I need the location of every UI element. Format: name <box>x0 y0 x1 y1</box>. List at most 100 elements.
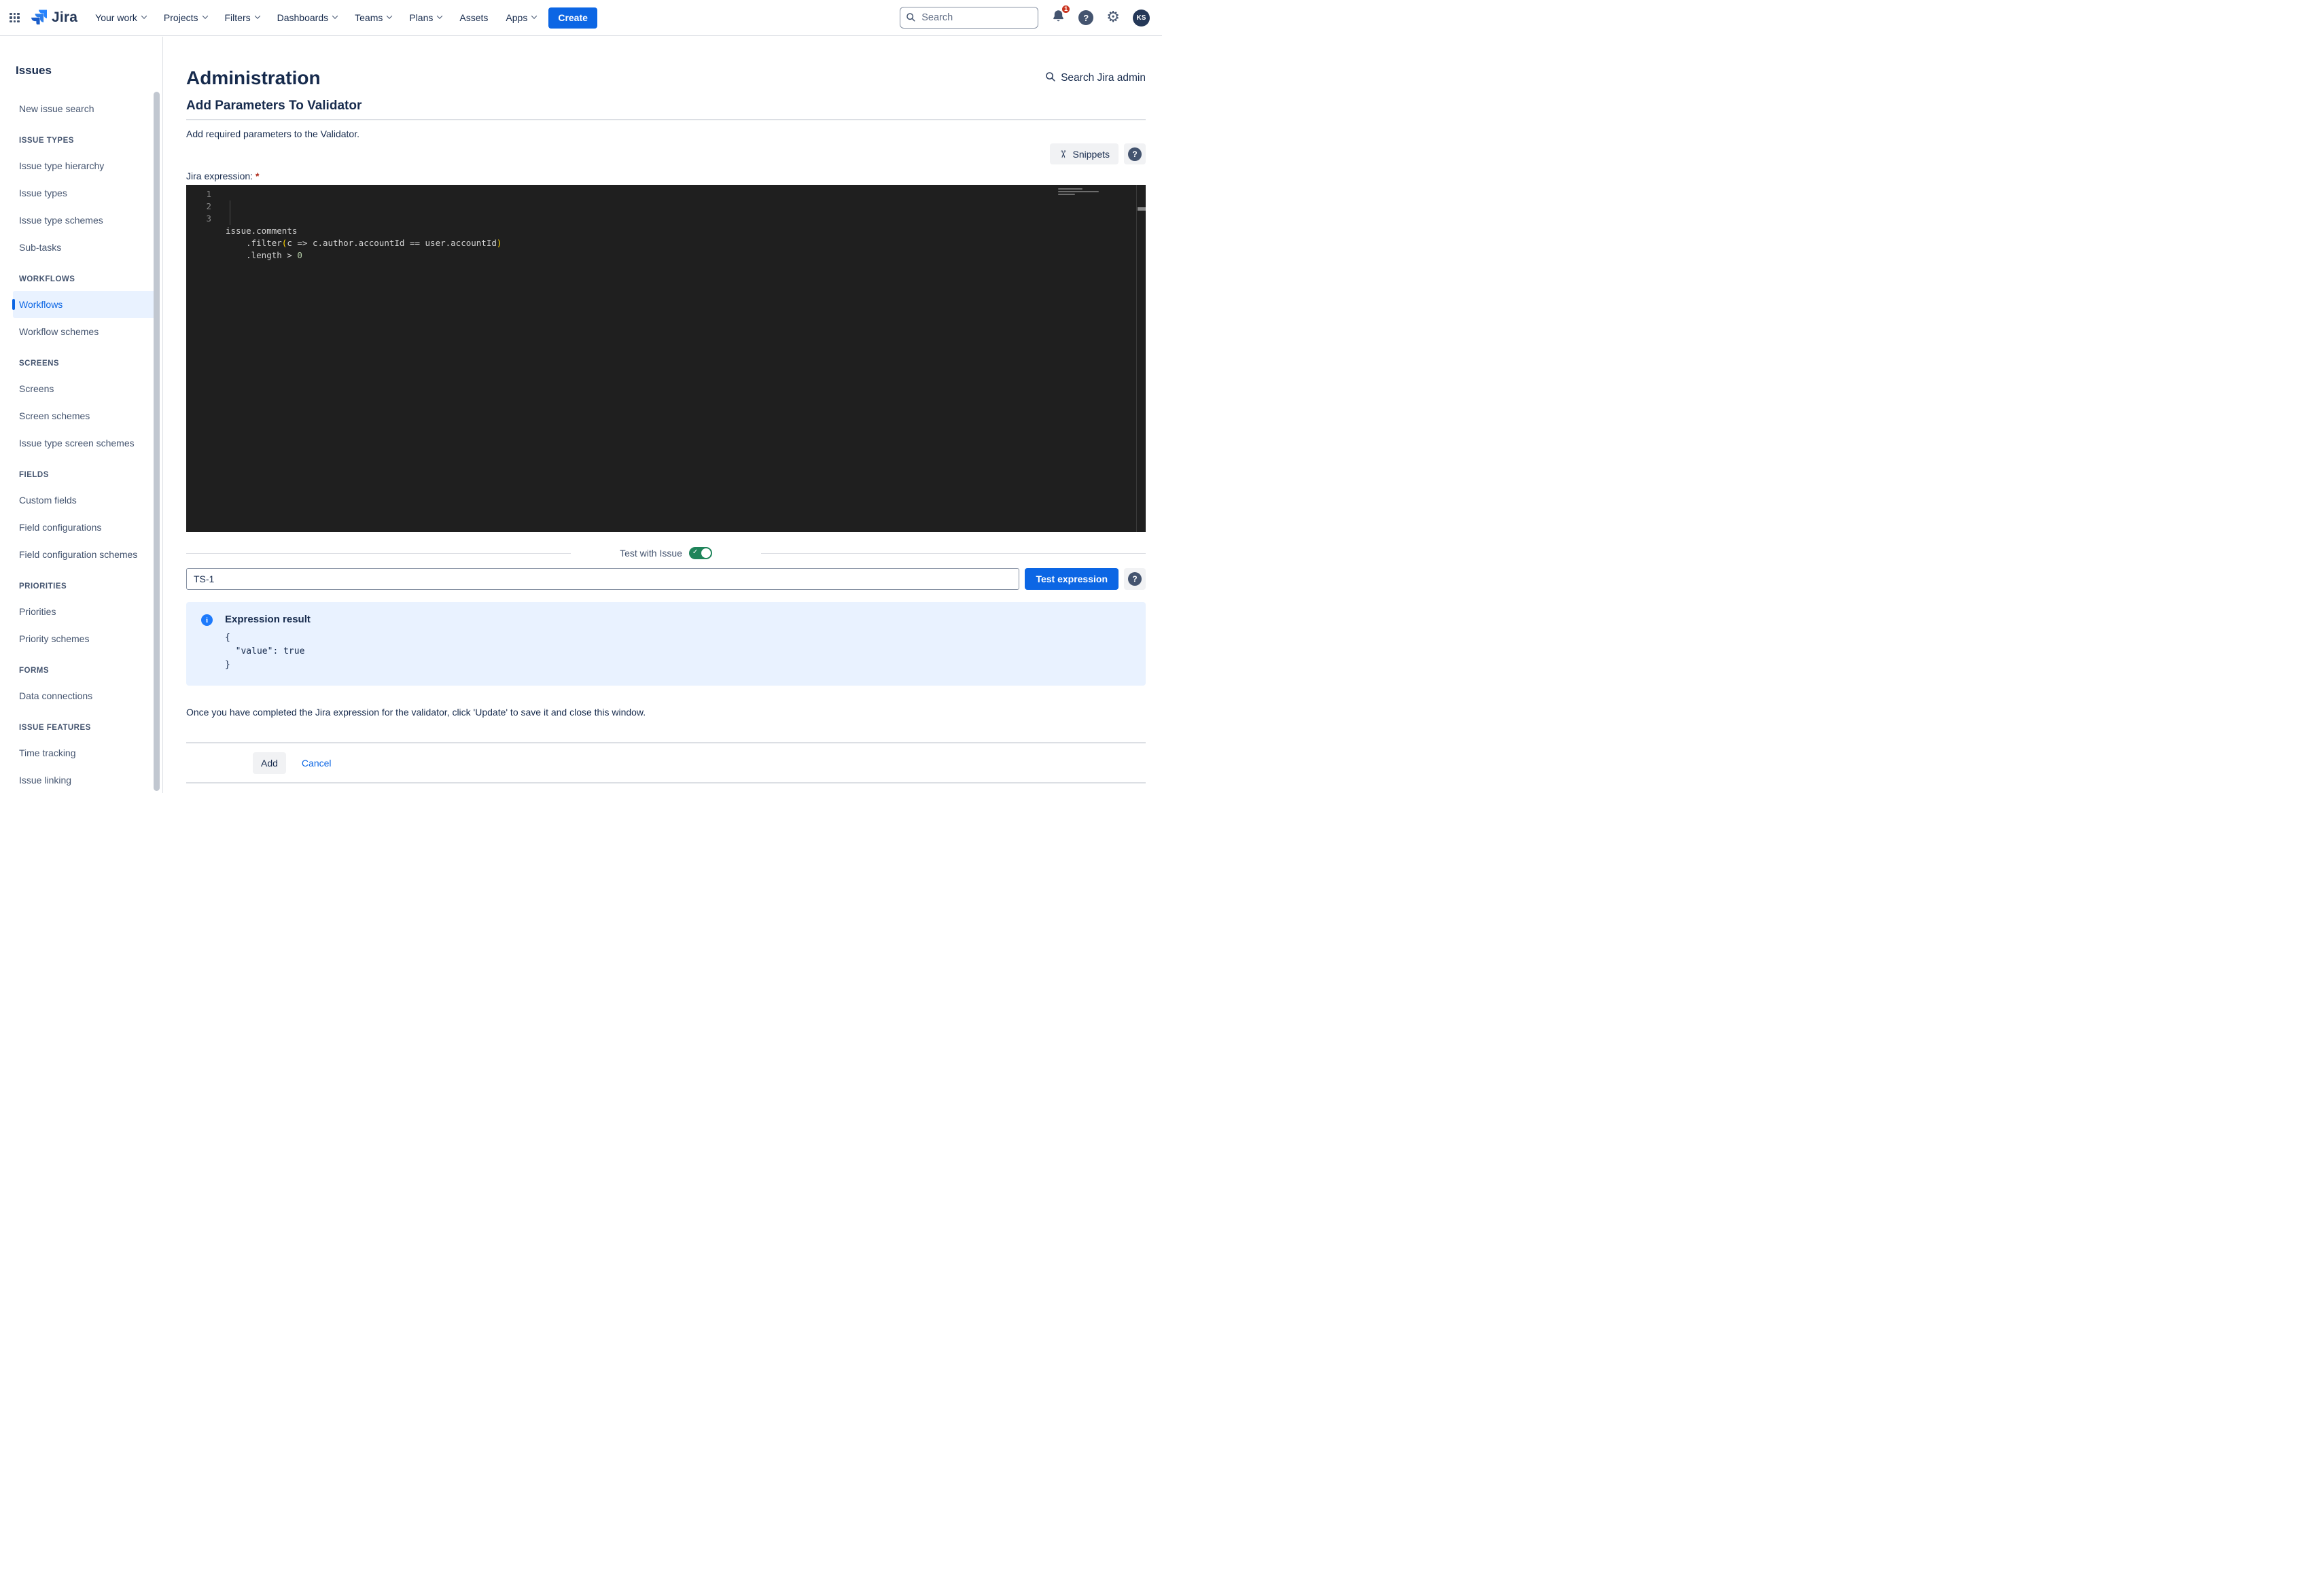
chevron-down-icon <box>254 13 260 18</box>
sidebar-nav: New issue search ISSUE TYPES Issue type hi… <box>10 95 162 794</box>
top-navigation: Jira Your work Projects Filters Dashboards T… <box>0 0 1162 36</box>
nav-item-label: Assets <box>459 12 488 23</box>
nav-item-assets[interactable]: Assets <box>459 12 488 23</box>
admin-search-label: Search Jira admin <box>1061 72 1146 84</box>
line-number: 3 <box>186 213 211 225</box>
sidebar-section-forms: FORMS <box>13 662 162 680</box>
editor-gutter: 123 <box>186 188 226 262</box>
nav-item-dashboards[interactable]: Dashboards <box>277 12 338 23</box>
editor-minimap[interactable] <box>1055 185 1136 232</box>
chevron-down-icon <box>387 13 392 18</box>
sidebar-item-time-tracking[interactable]: Time tracking <box>13 739 157 766</box>
code-line: issue.comments <box>226 225 1146 237</box>
scissors-icon: ✂ <box>1057 149 1069 158</box>
nav-item-your-work[interactable]: Your work <box>95 12 146 23</box>
sidebar-item-workflow-schemes[interactable]: Workflow schemes <box>13 318 157 345</box>
nav-item-label: Plans <box>409 12 433 23</box>
sidebar-item-priorities[interactable]: Priorities <box>13 598 157 625</box>
toggle-knob <box>701 548 711 558</box>
sidebar-section-workflows: WORKFLOWS <box>13 270 162 288</box>
sidebar-item-new-issue-search[interactable]: New issue search <box>13 95 157 122</box>
sidebar-section-issue-features: ISSUE FEATURES <box>13 719 162 737</box>
test-with-issue-label: Test with Issue <box>620 548 682 559</box>
sidebar-section-issue-types: ISSUE TYPES <box>13 132 162 149</box>
divider <box>186 553 571 554</box>
sidebar-item-issue-type-hierarchy[interactable]: Issue type hierarchy <box>13 152 157 179</box>
sidebar-item-field-configuration-schemes[interactable]: Field configuration schemes <box>13 541 157 568</box>
sidebar-item-field-configurations[interactable]: Field configurations <box>13 514 157 541</box>
nav-item-label: Teams <box>355 12 383 23</box>
sidebar-scrollbar[interactable] <box>154 92 160 791</box>
main-content: Administration Search Jira admin Add Par… <box>164 37 1162 793</box>
required-asterisk: * <box>256 171 259 181</box>
sidebar-item-issue-linking[interactable]: Issue linking <box>13 766 157 794</box>
code-editor[interactable]: 123 issue.comments .filter(c => c.author… <box>186 185 1146 532</box>
bell-icon <box>1051 14 1066 26</box>
snippets-label: Snippets <box>1073 149 1110 160</box>
jira-logo[interactable]: Jira <box>31 8 77 28</box>
code-line: .filter(c => c.author.accountId == user.… <box>226 237 1146 249</box>
snippets-button[interactable]: ✂ Snippets <box>1050 143 1119 164</box>
app-switcher-icon[interactable] <box>10 13 20 23</box>
nav-item-plans[interactable]: Plans <box>409 12 442 23</box>
sidebar-item-data-connections[interactable]: Data connections <box>13 682 157 709</box>
sidebar-item-workflows[interactable]: Workflows <box>13 291 157 318</box>
divider <box>186 782 1146 783</box>
sidebar-item-issue-types[interactable]: Issue types <box>13 179 157 207</box>
nav-item-filters[interactable]: Filters <box>225 12 260 23</box>
global-search-input[interactable] <box>900 7 1038 29</box>
chevron-down-icon <box>202 13 207 18</box>
jira-logo-icon <box>31 8 47 28</box>
create-button[interactable]: Create <box>548 7 597 29</box>
editor-scrollbar[interactable] <box>1136 185 1146 532</box>
notifications-button[interactable]: 1 <box>1051 9 1066 27</box>
code-line: .length > 0 <box>226 249 1146 262</box>
admin-search-link[interactable]: Search Jira admin <box>1045 71 1146 86</box>
nav-item-label: Your work <box>95 12 137 23</box>
sidebar-section-fields: FIELDS <box>13 466 162 484</box>
expression-help-button[interactable]: ? <box>1124 568 1146 590</box>
nav-item-label: Apps <box>506 12 527 23</box>
nav-item-label: Filters <box>225 12 251 23</box>
expression-result-panel: i Expression result { "value": true} <box>186 602 1146 686</box>
test-with-issue-row: Test with Issue ✓ <box>186 547 1146 559</box>
editor-code: issue.comments .filter(c => c.author.acc… <box>226 188 1146 262</box>
test-expression-button[interactable]: Test expression <box>1025 568 1119 590</box>
nav-item-projects[interactable]: Projects <box>164 12 207 23</box>
sidebar-item-issue-type-screen-schemes[interactable]: Issue type screen schemes <box>13 429 157 457</box>
completion-note: Once you have completed the Jira express… <box>186 707 1146 718</box>
check-icon: ✓ <box>692 548 698 556</box>
sidebar-item-priority-schemes[interactable]: Priority schemes <box>13 625 157 652</box>
chevron-down-icon <box>141 13 147 18</box>
cancel-link[interactable]: Cancel <box>302 758 332 769</box>
nav-right-cluster: 1 ? ⚙ KS <box>900 7 1150 29</box>
sidebar-item-custom-fields[interactable]: Custom fields <box>13 487 157 514</box>
jira-wordmark: Jira <box>52 10 77 26</box>
sidebar-item-issue-type-schemes[interactable]: Issue type schemes <box>13 207 157 234</box>
nav-item-teams[interactable]: Teams <box>355 12 391 23</box>
snippets-help-button[interactable]: ? <box>1124 143 1146 164</box>
add-button[interactable]: Add <box>253 752 286 774</box>
nav-item-apps[interactable]: Apps <box>506 12 536 23</box>
global-search <box>900 7 1038 29</box>
nav-item-label: Projects <box>164 12 198 23</box>
test-with-issue-toggle[interactable]: ✓ <box>689 547 712 559</box>
sidebar-item-sub-tasks[interactable]: Sub-tasks <box>13 234 157 261</box>
chevron-down-icon <box>332 13 338 18</box>
sidebar-title: Issues <box>10 64 162 77</box>
question-icon: ? <box>1128 147 1142 161</box>
jira-admin-page: Jira Your work Projects Filters Dashboards T… <box>0 0 1162 793</box>
admin-sidebar: Issues New issue search ISSUE TYPES Issue … <box>0 37 163 793</box>
sidebar-item-screen-schemes[interactable]: Screen schemes <box>13 402 157 429</box>
help-button[interactable]: ? <box>1078 10 1093 25</box>
editor-scrollbar-thumb[interactable] <box>1138 207 1146 211</box>
settings-gear-icon[interactable]: ⚙ <box>1106 10 1120 25</box>
user-avatar[interactable]: KS <box>1133 10 1150 27</box>
issue-key-input[interactable] <box>186 568 1019 590</box>
info-icon: i <box>201 614 213 626</box>
main-menu: Your work Projects Filters Dashboards Teams P… <box>95 12 536 23</box>
sidebar-item-screens[interactable]: Screens <box>13 375 157 402</box>
expression-label: Jira expression:* <box>186 171 1146 181</box>
chevron-down-icon <box>437 13 442 18</box>
line-number: 1 <box>186 188 211 200</box>
